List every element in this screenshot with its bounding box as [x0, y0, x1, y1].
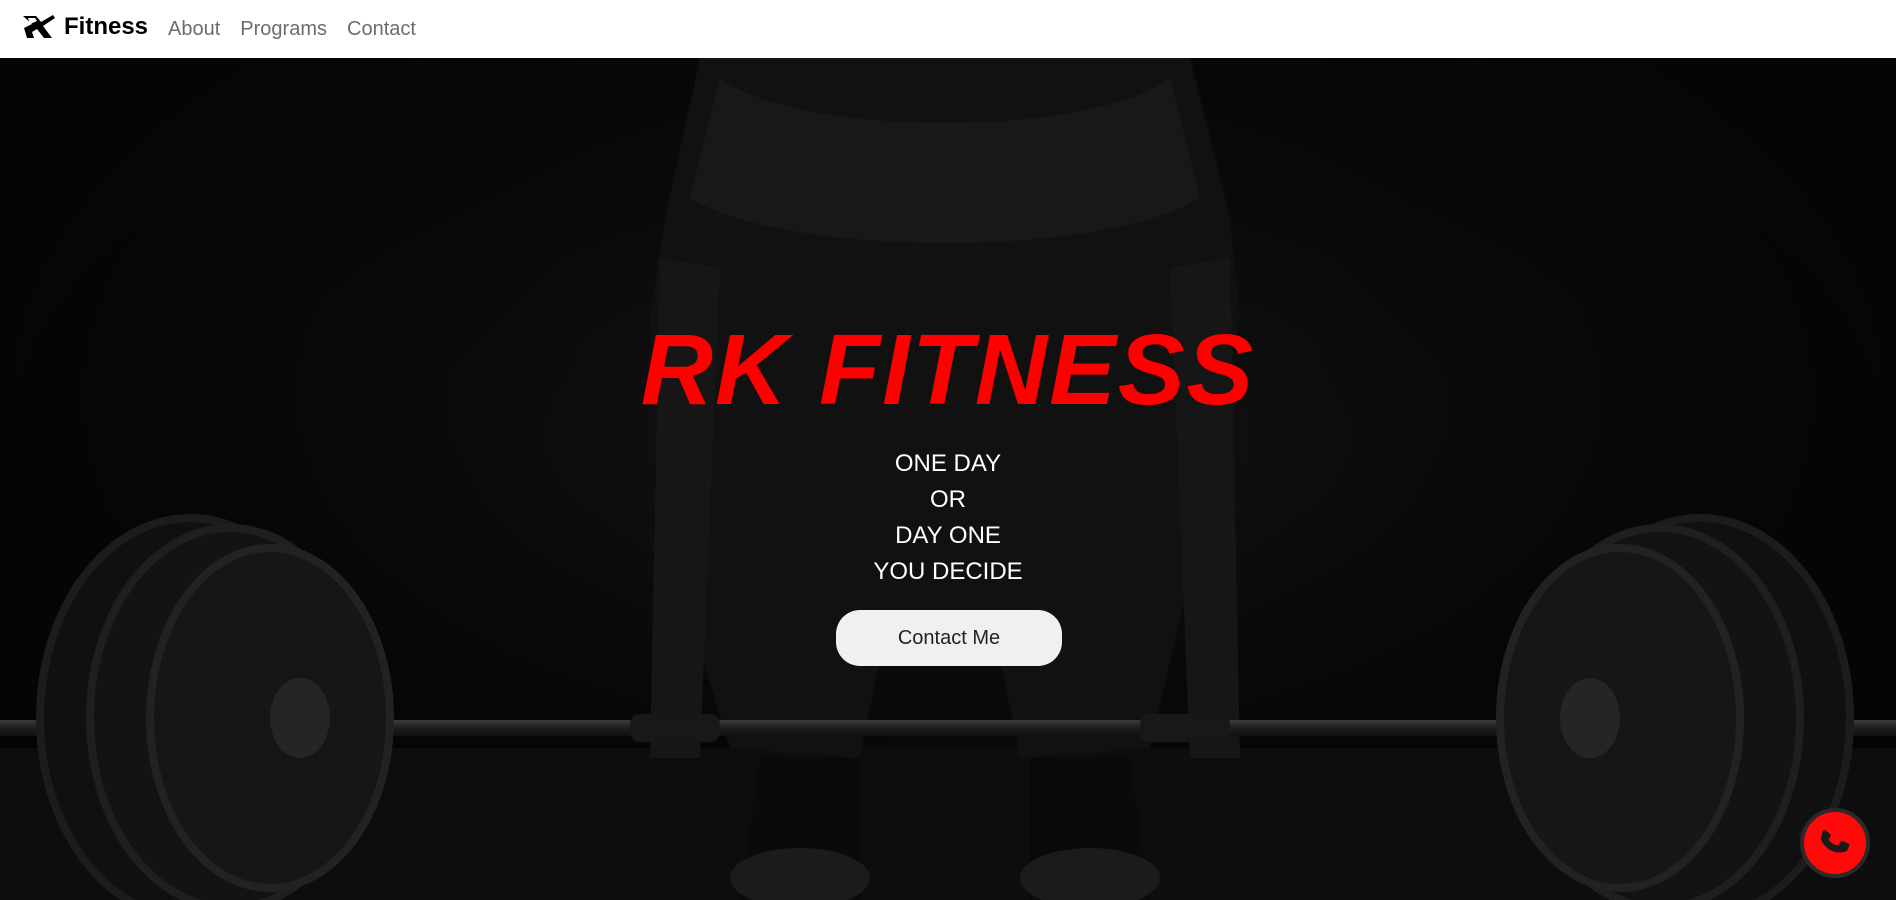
nav-link-programs[interactable]: Programs [240, 18, 327, 41]
nav-link-contact[interactable]: Contact [347, 18, 416, 41]
hero-content: RK FITNESS ONE DAY OR DAY ONE YOU DECIDE… [0, 58, 1896, 900]
call-button[interactable] [1800, 808, 1870, 878]
hero-tagline: ONE DAY OR DAY ONE YOU DECIDE [0, 446, 1896, 590]
phone-icon [1820, 829, 1850, 853]
contact-me-button[interactable]: Contact Me [836, 610, 1062, 666]
rk-logo-icon [23, 15, 55, 38]
brand-name: Fitness [64, 13, 149, 40]
nav-link-about[interactable]: About [168, 18, 220, 41]
navbar: Fitness About Programs Contact [0, 0, 1896, 58]
tagline-line: DAY ONE [895, 522, 1001, 549]
hero-title: RK FITNESS [640, 314, 1256, 426]
hero-section: RK FITNESS ONE DAY OR DAY ONE YOU DECIDE… [0, 58, 1896, 900]
brand-link[interactable]: Fitness [22, 13, 148, 41]
tagline-line: OR [930, 486, 966, 513]
tagline-line: ONE DAY [894, 450, 1002, 477]
nav-links: About Programs Contact [164, 18, 432, 41]
tagline-line: YOU DECIDE [873, 558, 1023, 585]
